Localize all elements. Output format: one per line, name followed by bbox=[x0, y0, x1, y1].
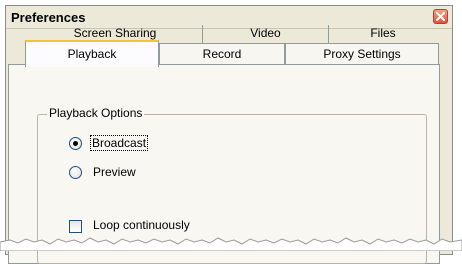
close-icon bbox=[436, 12, 445, 21]
preview-radio[interactable] bbox=[69, 166, 82, 179]
group-title: Playback Options bbox=[47, 106, 145, 120]
radio-selected-dot bbox=[73, 141, 78, 146]
broadcast-label[interactable]: Broadcast bbox=[89, 135, 149, 151]
close-button[interactable] bbox=[433, 9, 448, 24]
tab-proxy-settings[interactable]: Proxy Settings bbox=[285, 43, 439, 65]
tab-files[interactable]: Files bbox=[329, 24, 437, 44]
broadcast-radio[interactable] bbox=[69, 137, 82, 150]
window-title: Preferences bbox=[11, 10, 86, 25]
tab-playback[interactable]: Playback bbox=[25, 40, 159, 67]
preview-label[interactable]: Preview bbox=[93, 165, 136, 179]
torn-edge bbox=[0, 237, 462, 251]
tab-video[interactable]: Video bbox=[203, 24, 328, 44]
tab-record[interactable]: Record bbox=[159, 43, 285, 65]
